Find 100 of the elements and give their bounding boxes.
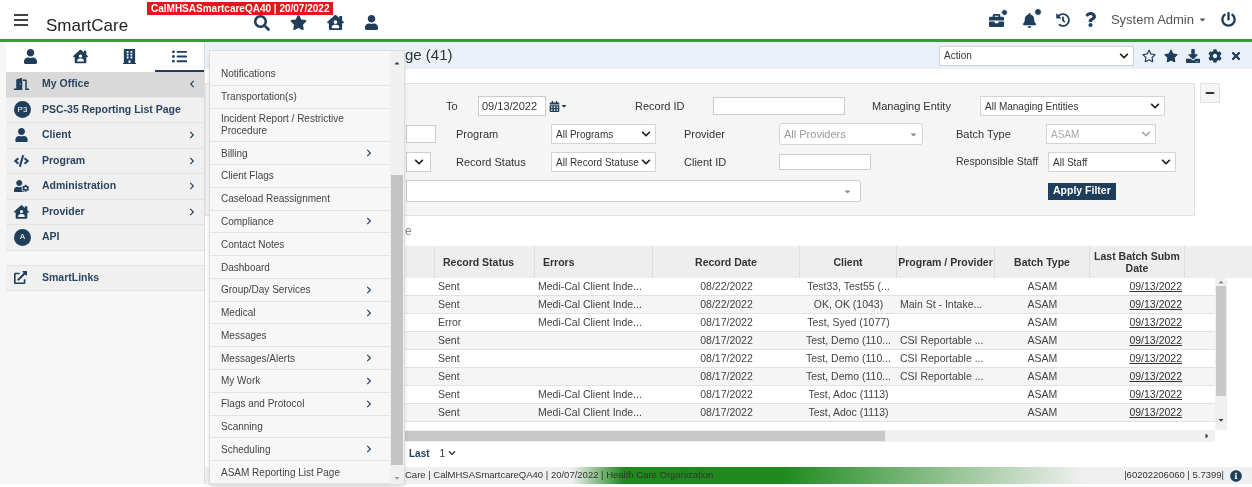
field-label: Responsible Staff [956, 154, 1040, 170]
table-cell-text: ASAM [1027, 314, 1058, 330]
page-title: ge (41) [405, 45, 453, 66]
table-cell-text: 08/17/2022 [700, 368, 753, 384]
sidebar-item[interactable]: Administration [6, 174, 204, 200]
chevron-icon [641, 157, 651, 167]
select-field[interactable]: All Programs [551, 124, 656, 144]
sidebar-item[interactable]: My Office [6, 72, 204, 98]
star-icon[interactable] [290, 14, 307, 31]
last-page-link[interactable]: Last [409, 445, 430, 461]
select-field[interactable]: All Managing Entities [980, 96, 1165, 116]
table-cell-text: 08/17/2022 [700, 350, 753, 366]
action-select[interactable]: Action [939, 45, 1134, 66]
date-link[interactable]: 09/13/2022 [1129, 404, 1182, 421]
menu-scrollbar[interactable] [390, 51, 404, 484]
sidebar-item[interactable]: Provider [6, 199, 204, 225]
sidebar-item[interactable]: SmartLinks [6, 264, 204, 291]
table-cell-text: Test, Adoc (1113) [808, 404, 889, 420]
table-cell-text: Medi-Cal Client Inde... [538, 404, 642, 420]
table-cell-text: CSI Reportable ... [900, 332, 984, 348]
date-link[interactable]: 09/13/2022 [1129, 332, 1182, 349]
table-cell-text: Sent [438, 404, 460, 420]
letter-badge: A [14, 228, 31, 246]
select-field[interactable]: All Record Statuse [551, 152, 656, 172]
power-icon[interactable] [1221, 12, 1236, 27]
calendar-icon[interactable] [549, 100, 569, 112]
code-icon [14, 153, 29, 168]
user-menu[interactable]: System Admin [1110, 9, 1207, 30]
sidebar-item[interactable]: Program [6, 148, 204, 174]
table-cell-text: Sent [438, 332, 460, 348]
house-icon [72, 48, 88, 64]
settings-icon[interactable] [1208, 48, 1222, 63]
select-field[interactable] [406, 152, 431, 172]
logo[interactable]: SmartCare [46, 12, 129, 38]
letter-badge: P3 [14, 101, 31, 119]
table-cell-text: 08/17/2022 [700, 404, 753, 420]
table-cell-text: 08/17/2022 [700, 332, 753, 348]
select-field[interactable]: All Staff [1048, 152, 1176, 172]
table-cell-text: Medi-Cal Client Inde... [538, 296, 642, 312]
table-cell-text: Test, Demo (110... [806, 368, 891, 384]
input-field[interactable] [779, 154, 871, 170]
table-cell-text: Sent [438, 386, 460, 402]
sidebar-item[interactable]: P3 PSC-35 Reporting List Page [6, 97, 204, 123]
input-field[interactable] [406, 125, 436, 143]
sidebar-item[interactable]: A API [6, 225, 204, 251]
vertical-scrollbar[interactable] [1215, 278, 1227, 430]
table-cell-text: Medi-Cal Client Inde... [538, 386, 642, 402]
table-cell-text: Sent [438, 278, 460, 294]
page-select[interactable]: 1 [439, 445, 457, 461]
house-icon[interactable] [327, 14, 344, 31]
help-icon[interactable] [1083, 12, 1097, 27]
sidebar-item[interactable]: Client [6, 123, 204, 149]
briefcase-icon[interactable] [987, 11, 1008, 28]
scroll-up-icon[interactable] [1217, 278, 1225, 286]
table-cell-text: 08/22/2022 [700, 296, 753, 312]
chevron-icon [1161, 157, 1171, 167]
user-icon [14, 128, 29, 143]
field-label: Program [456, 126, 500, 142]
chevron-icon [365, 149, 373, 158]
chevron-icon [365, 354, 373, 363]
table-cell-text: Test33, Test55 (... [807, 278, 890, 294]
table-cell-text: ASAM [1027, 296, 1058, 312]
history-icon[interactable] [1055, 12, 1070, 27]
date-link[interactable]: 09/13/2022 [1129, 350, 1182, 367]
date-link[interactable]: 09/13/2022 [1129, 368, 1182, 385]
menu-icon[interactable] [14, 13, 28, 26]
select-field[interactable] [406, 180, 861, 202]
table-cell-text: ASAM [1027, 278, 1058, 294]
date-field[interactable]: 09/13/2022 [478, 96, 546, 116]
close-icon[interactable] [1230, 49, 1242, 62]
field-label: Managing Entity [872, 98, 952, 114]
scroll-right-icon[interactable] [1203, 432, 1211, 440]
chevron-icon [1141, 129, 1151, 139]
table-cell-text: OK, OK (1043) [813, 296, 884, 312]
table-cell-text: Test, Adoc (1113) [808, 386, 889, 402]
chevron-icon [188, 80, 196, 89]
input-field[interactable] [713, 97, 845, 115]
table-cell-text: Test, Demo (110... [806, 350, 891, 366]
star-icon[interactable] [1164, 48, 1178, 63]
apply-filter-button[interactable]: Apply Filter [1048, 182, 1116, 200]
table-cell-text: ASAM [1027, 350, 1058, 366]
table-cell-text: Sent [438, 368, 460, 384]
chevron-icon [365, 285, 373, 294]
scroll-up-icon[interactable] [393, 59, 401, 67]
download-icon[interactable] [1186, 48, 1200, 63]
date-link[interactable]: 09/13/2022 [1129, 386, 1182, 403]
scroll-down-icon[interactable] [1217, 416, 1225, 424]
chevron-icon [1150, 101, 1160, 111]
user-gear-icon [14, 179, 29, 194]
date-link[interactable]: 09/13/2022 [1129, 278, 1182, 295]
user-icon[interactable] [364, 15, 379, 30]
bell-icon[interactable] [1021, 11, 1042, 28]
horizontal-scrollbar[interactable] [405, 430, 1215, 442]
info-icon[interactable] [1230, 469, 1242, 482]
collapse-button[interactable] [1200, 83, 1220, 103]
date-link[interactable]: 09/13/2022 [1129, 296, 1182, 313]
star-outline-icon[interactable] [1142, 48, 1156, 63]
search-icon[interactable] [254, 14, 270, 31]
date-link[interactable]: 09/13/2022 [1129, 314, 1182, 331]
environment-badge: CalMHSASmartcareQA40 | 20/07/2022 [147, 1, 334, 15]
